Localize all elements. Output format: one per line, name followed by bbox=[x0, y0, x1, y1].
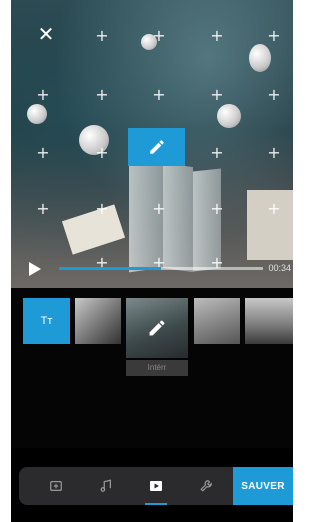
grid-plus-icon: + bbox=[267, 85, 281, 104]
settings-button[interactable] bbox=[183, 467, 229, 505]
add-media-icon bbox=[50, 481, 62, 491]
grid-plus-icon: + bbox=[95, 85, 109, 104]
wrench-icon bbox=[200, 480, 212, 492]
clip-thumbnail[interactable] bbox=[245, 298, 293, 344]
grid-plus-icon: + bbox=[152, 199, 166, 218]
gift-box bbox=[61, 204, 126, 255]
music-icon bbox=[100, 479, 111, 492]
grid-plus-icon: + bbox=[267, 26, 281, 45]
time-label: 00:34 bbox=[268, 263, 291, 273]
pencil-icon bbox=[149, 140, 164, 154]
video-preview[interactable]: + + + + + + + + + + + + + + + + + + + + … bbox=[11, 0, 293, 288]
ornament-ball bbox=[217, 104, 241, 128]
video-editor-screen: + + + + + + + + + + + + + + + + + + + + … bbox=[11, 0, 293, 522]
scene-panel bbox=[163, 162, 193, 273]
grid-plus-icon: + bbox=[95, 199, 109, 218]
play-icon[interactable] bbox=[29, 262, 41, 276]
save-button[interactable]: SAUVER bbox=[233, 467, 293, 505]
bottom-toolbar: SAUVER bbox=[19, 467, 293, 505]
close-icon[interactable]: ✕ bbox=[37, 24, 55, 44]
progress-bar[interactable] bbox=[59, 267, 263, 270]
selected-clip-label: Intérr bbox=[126, 360, 188, 376]
grid-plus-icon: + bbox=[210, 85, 224, 104]
text-clip-label: Tт bbox=[40, 315, 53, 327]
clip-thumbnail[interactable] bbox=[75, 298, 121, 344]
ornament-ball bbox=[27, 104, 47, 124]
grid-plus-icon: + bbox=[210, 26, 224, 45]
selected-clip-thumbnail[interactable] bbox=[126, 298, 188, 358]
add-media-button[interactable] bbox=[33, 467, 79, 505]
grid-plus-icon: + bbox=[210, 143, 224, 162]
grid-plus-icon: + bbox=[36, 199, 50, 218]
grid-plus-icon: + bbox=[210, 199, 224, 218]
ornament-heart bbox=[249, 44, 271, 72]
grid-plus-icon: + bbox=[95, 143, 109, 162]
text-clip[interactable]: Tт bbox=[23, 298, 70, 344]
grid-plus-icon: + bbox=[95, 26, 109, 45]
grid-plus-icon: + bbox=[36, 143, 50, 162]
clips-icon bbox=[150, 481, 162, 491]
music-button[interactable] bbox=[83, 467, 129, 505]
clip-timeline[interactable]: Tт Intérr bbox=[11, 288, 293, 448]
grid-plus-icon: + bbox=[267, 143, 281, 162]
edit-button[interactable] bbox=[128, 128, 185, 166]
grid-plus-icon: + bbox=[267, 199, 281, 218]
clips-button[interactable] bbox=[133, 467, 179, 505]
clip-thumbnail[interactable] bbox=[194, 298, 240, 344]
grid-plus-icon: + bbox=[36, 85, 50, 104]
grid-plus-icon: + bbox=[152, 26, 166, 45]
pencil-icon bbox=[149, 320, 165, 336]
progress-fill bbox=[59, 267, 161, 270]
grid-plus-icon: + bbox=[152, 85, 166, 104]
